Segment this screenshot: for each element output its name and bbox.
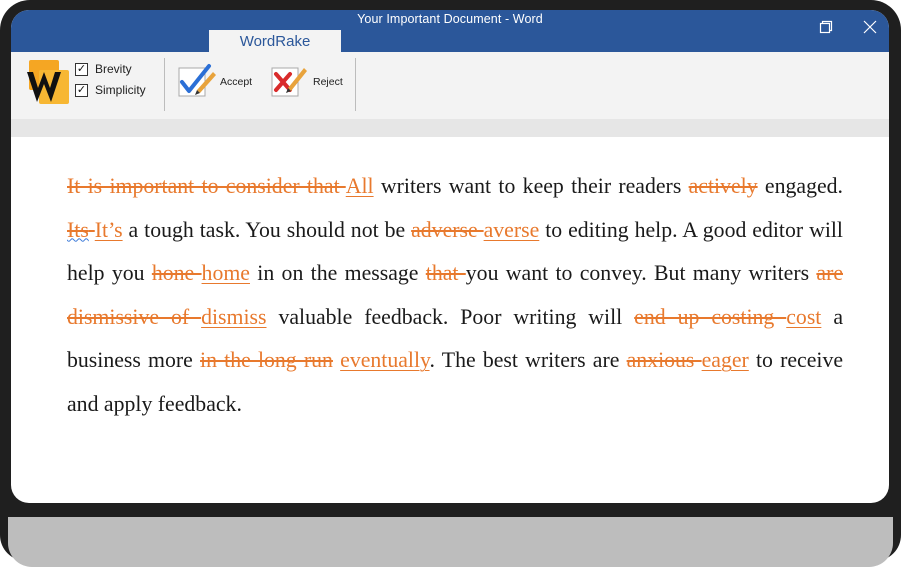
device-base (8, 517, 893, 567)
deleted-text[interactable]: Its (67, 218, 89, 242)
deleted-text[interactable]: that (426, 261, 466, 285)
window-title: Your Important Document - Word (357, 12, 543, 26)
inserted-text[interactable]: eventually (340, 348, 429, 372)
ribbon-divider (355, 58, 356, 111)
deleted-text[interactable]: end up costing (634, 305, 786, 329)
brevity-label: Brevity (95, 62, 132, 76)
accept-label: Accept (220, 76, 253, 88)
simplicity-option[interactable]: ✓ Simplicity (75, 81, 146, 99)
ribbon-divider (164, 58, 165, 111)
brevity-option[interactable]: ✓ Brevity (75, 60, 132, 78)
body-text: . The best writers are (429, 348, 627, 373)
inserted-text[interactable]: averse (484, 218, 540, 242)
ribbon-bottom-strip (11, 119, 889, 137)
deleted-text[interactable]: It is important to consider that (67, 174, 346, 198)
inserted-text[interactable]: dismiss (201, 305, 266, 329)
body-text: in on the message (249, 261, 426, 286)
reject-icon (270, 60, 310, 105)
deleted-text[interactable]: actively (689, 174, 758, 198)
deleted-text[interactable]: hone (152, 261, 202, 285)
inserted-text[interactable]: All (346, 174, 374, 198)
tab-wordrake[interactable]: WordRake (209, 30, 341, 52)
body-text: a tough task. You should not be (122, 217, 412, 242)
accept-button[interactable]: Accept (177, 62, 252, 102)
document-body[interactable]: It is important to consider that All wri… (67, 165, 843, 427)
body-text: you want to convey. But many writers (465, 261, 817, 286)
reject-label: Reject (313, 76, 343, 88)
simplicity-checkbox[interactable]: ✓ (75, 83, 88, 97)
inserted-text[interactable]: It’s (95, 218, 123, 242)
body-text: valuable feedback. Poor writing will (266, 304, 635, 329)
body-text: writers want to keep their readers (373, 174, 689, 198)
restore-icon[interactable] (815, 16, 837, 38)
inserted-text[interactable]: eager (702, 348, 749, 372)
wordrake-logo[interactable] (25, 58, 71, 106)
close-icon[interactable] (859, 16, 881, 38)
simplicity-label: Simplicity (95, 83, 146, 97)
accept-icon (177, 60, 217, 105)
inserted-text[interactable]: cost (786, 305, 821, 329)
word-window: Your Important Document - Word WordRake … (11, 10, 889, 503)
deleted-text[interactable]: in the long run (200, 348, 333, 372)
body-text: engaged. (757, 174, 843, 198)
ribbon: ✓ Brevity ✓ Simplicity Accept Reject (11, 52, 889, 119)
deleted-text[interactable]: adverse (411, 218, 484, 242)
inserted-text[interactable]: home (202, 261, 250, 285)
title-bar: Your Important Document - Word WordRake (11, 10, 889, 52)
reject-button[interactable]: Reject (270, 62, 343, 102)
deleted-text[interactable]: anxious (627, 348, 702, 372)
brevity-checkbox[interactable]: ✓ (75, 62, 88, 76)
